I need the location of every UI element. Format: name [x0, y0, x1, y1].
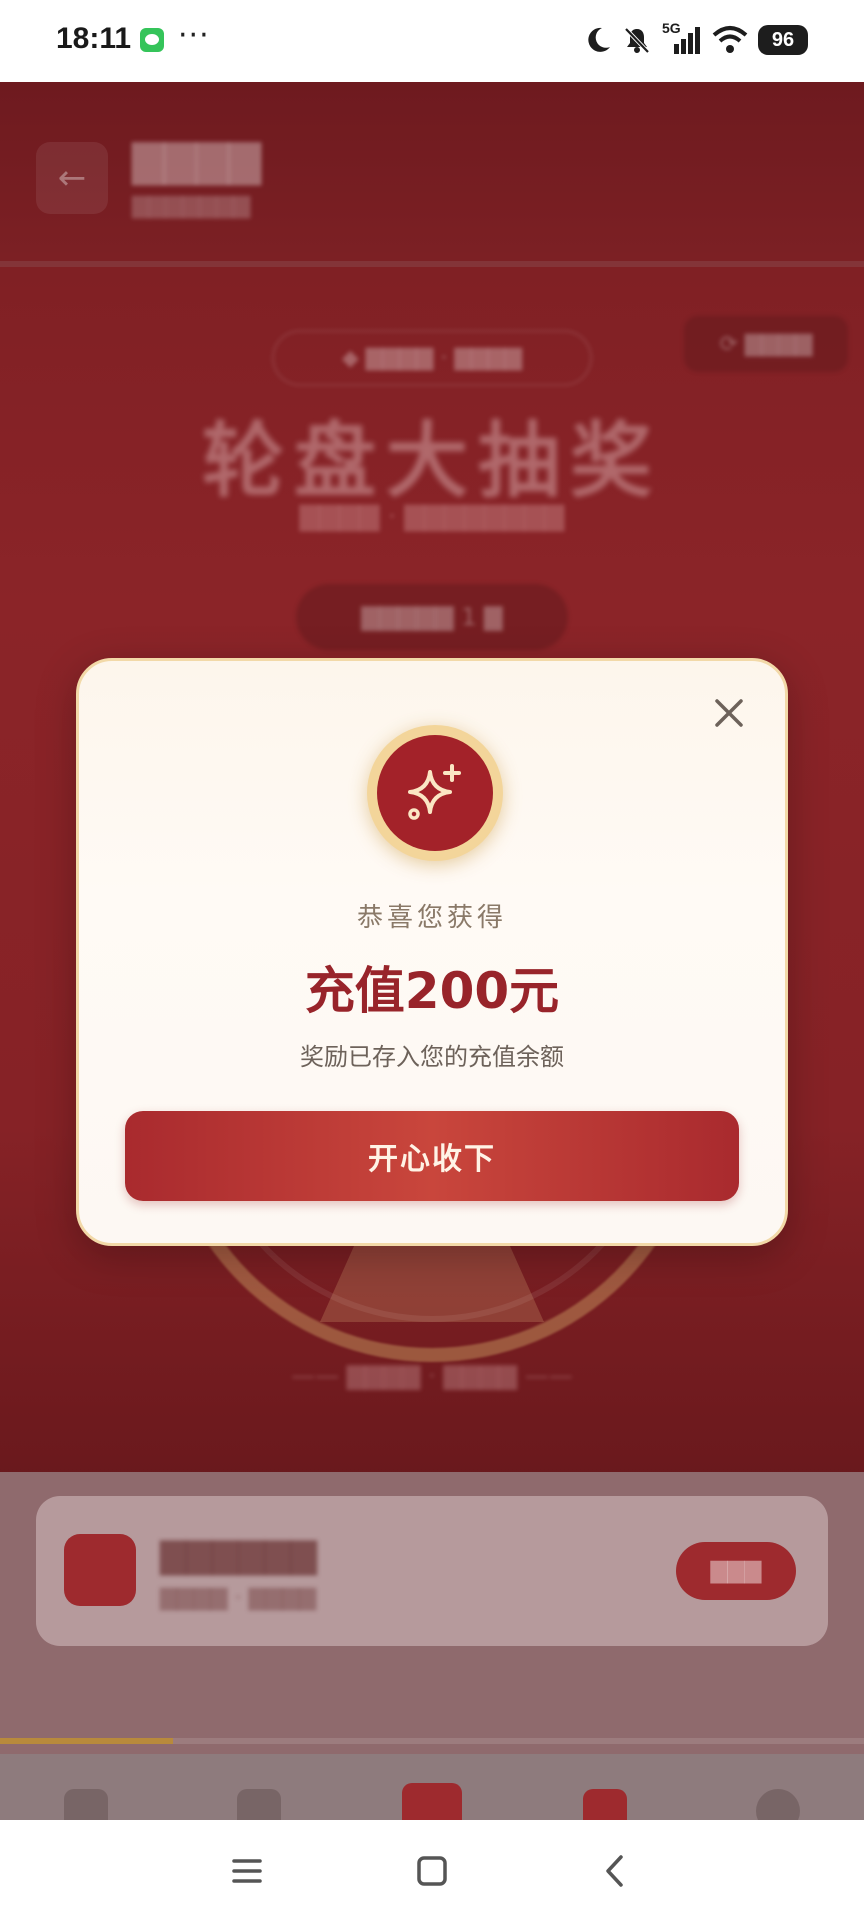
task-card-blurred: ▇▇▇▇▇▇ ▇▇▇▇ · ▇▇▇▇ ▇▇▇ — [36, 1496, 828, 1646]
moon-icon — [588, 27, 610, 52]
back-icon[interactable] — [591, 1846, 641, 1896]
tagline-blurred: —— ▇▇▇▇ · ▇▇▇▇ —— — [291, 1362, 573, 1390]
status-time: 18:11 — [56, 22, 132, 55]
medal-inner — [377, 735, 493, 851]
task-title-blurred: ▇▇▇▇▇▇ — [160, 1536, 317, 1576]
prize-modal: 恭喜您获得 充值200元 奖励已存入您的充值余额 开心收下 — [76, 658, 788, 1246]
battery-icon: 96 — [758, 25, 808, 55]
progress-fill — [0, 1738, 173, 1744]
chance-count-blurred: ▇▇▇▇▇ 1 ▇ — [296, 584, 568, 650]
tab-4-blurred: ▇▇▇▇ — [530, 1768, 680, 1820]
app-header: ← ▇▇▇▇ ▇▇▇▇▇▇▇ — [0, 82, 864, 267]
header-subtitle-blurred: ▇▇▇▇▇▇▇ — [132, 194, 251, 219]
lottery-big-title: 轮盘大抽奖 — [201, 413, 662, 509]
tab-profile-blurred: ▇▇ — [703, 1768, 853, 1820]
person-tab-icon — [755, 1789, 800, 1820]
sparkle-icon — [408, 764, 461, 820]
lottery-subtitle-blurred: ▇▇▇▇ · ▇▇▇▇▇▇▇▇ — [299, 502, 565, 532]
document-tab-icon — [237, 1789, 282, 1820]
close-icon[interactable] — [707, 691, 751, 735]
status-bar: 18:11 ··· 5G 96 — [0, 0, 864, 82]
prize-medal — [367, 725, 503, 861]
status-icons: 5G 96 — [584, 20, 808, 60]
back-arrow-icon: ← — [36, 142, 108, 214]
menu-icon[interactable] — [222, 1846, 272, 1896]
prize-amount: 充值200元 — [304, 962, 560, 1020]
task-button-blurred: ▇▇▇ — [676, 1542, 796, 1600]
home-icon[interactable] — [407, 1846, 457, 1896]
prize-description: 奖励已存入您的充值余额 — [300, 1043, 564, 1071]
accept-prize-button[interactable]: 开心收下 — [125, 1111, 739, 1201]
progress-line — [0, 1738, 864, 1744]
bank-tab-icon — [401, 1783, 462, 1820]
gift-tab-icon — [582, 1789, 627, 1820]
wifi-icon — [712, 26, 748, 53]
gift-icon — [64, 1534, 136, 1606]
more-notifications-indicator: ··· — [178, 18, 210, 53]
signal-icon: 5G — [662, 20, 702, 56]
system-navigation-bar — [0, 1820, 864, 1920]
badge-pill-blurred: ◆ ▇▇▇▇ · ▇▇▇▇ — [272, 330, 592, 386]
header-title-blurred: ▇▇▇▇ — [132, 136, 262, 185]
record-button-blurred: ⟳ ▇▇▇▇ — [684, 316, 848, 372]
wechat-icon — [140, 28, 164, 52]
congrats-text: 恭喜您获得 — [356, 903, 507, 933]
bottom-tab-bar: ▇▇ ▇▇▇▇ ▇▇▇▇ ▇▇▇▇ ▇▇ — [0, 1754, 864, 1820]
tab-hall-blurred: ▇▇▇▇ — [357, 1768, 507, 1820]
home-tab-icon — [64, 1789, 109, 1820]
task-subtitle-blurred: ▇▇▇▇ · ▇▇▇▇ — [160, 1586, 317, 1611]
tab-home-blurred: ▇▇ — [11, 1768, 161, 1820]
tab-2-blurred: ▇▇▇▇ — [184, 1768, 334, 1820]
bell-off-icon — [624, 27, 650, 54]
